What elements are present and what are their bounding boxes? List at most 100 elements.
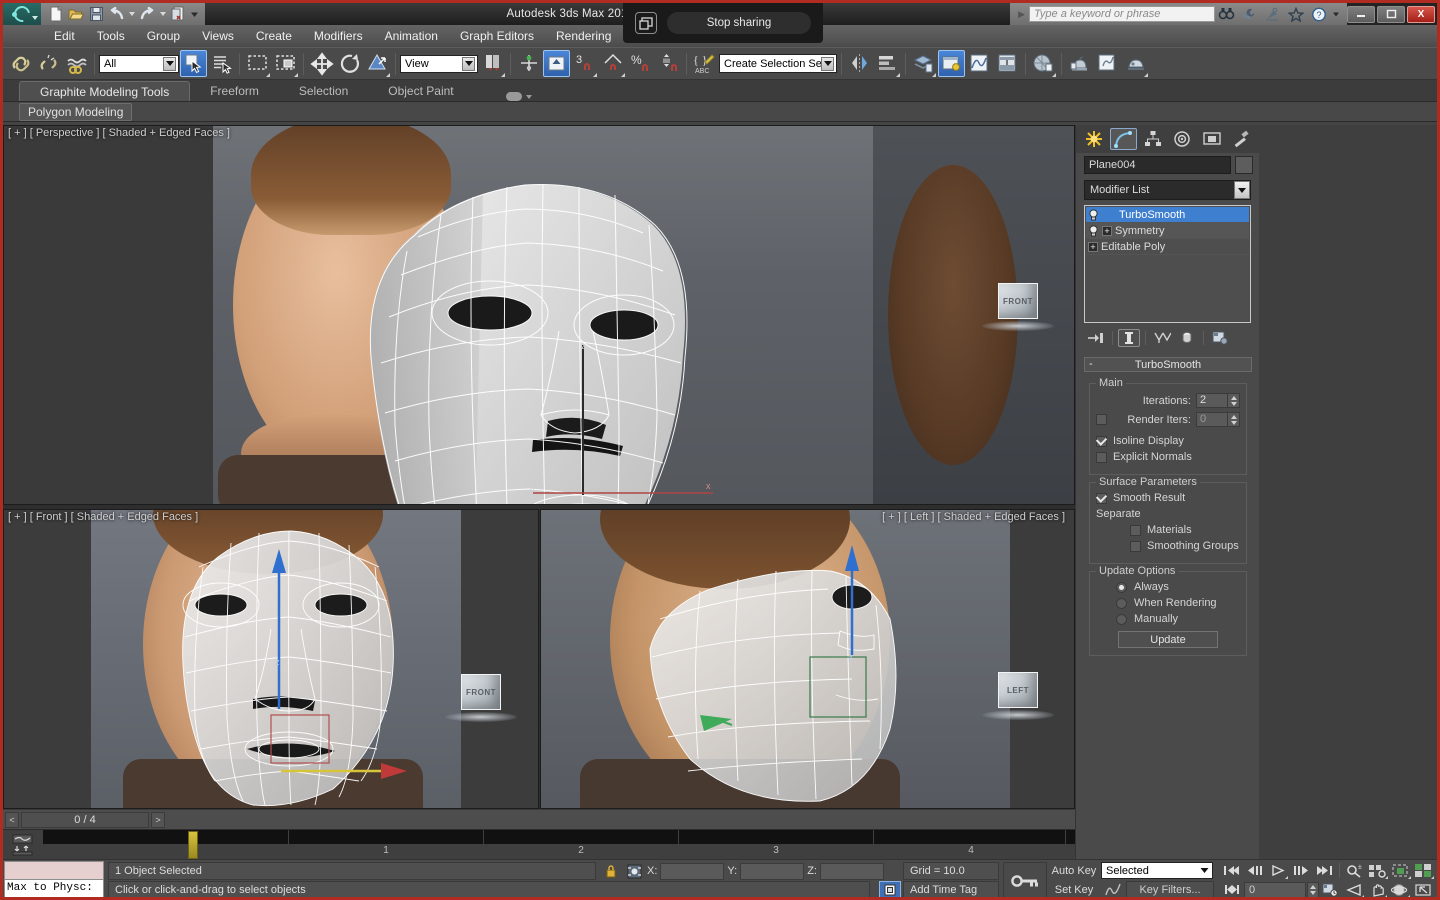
menu-modifiers[interactable]: Modifiers: [303, 27, 374, 45]
hierarchy-tab-icon[interactable]: [1139, 128, 1167, 150]
previous-frame-icon[interactable]: [1244, 862, 1266, 879]
zoom-extents-all-icon[interactable]: [1413, 862, 1435, 879]
material-editor-icon[interactable]: [1030, 50, 1057, 77]
menu-group[interactable]: Group: [136, 27, 191, 45]
undo-dropdown-icon[interactable]: [127, 5, 136, 23]
zoom-extents-icon[interactable]: [1390, 862, 1412, 879]
motion-tab-icon[interactable]: [1169, 128, 1197, 150]
redo-icon[interactable]: [138, 5, 156, 23]
select-and-manipulate-icon[interactable]: [515, 50, 542, 77]
help-dropdown-icon[interactable]: [1330, 4, 1341, 24]
rollout-header-turbosmooth[interactable]: - TurboSmooth: [1084, 357, 1252, 372]
time-tag-snapshot-icon[interactable]: [879, 881, 901, 897]
current-frame-field[interactable]: 0: [1244, 881, 1306, 897]
chevron-down-icon[interactable]: [821, 56, 834, 71]
percent-snap-toggle-icon[interactable]: %: [627, 50, 654, 77]
menu-animation[interactable]: Animation: [374, 27, 449, 45]
curve-editor-toggle-icon[interactable]: [1102, 881, 1124, 897]
snaps-toggle-icon[interactable]: [543, 50, 570, 77]
light-bulb-icon[interactable]: [1088, 224, 1099, 237]
x-coordinate-field[interactable]: [660, 862, 725, 880]
row-isoline-display[interactable]: Isoline Display: [1096, 435, 1240, 447]
curve-editor-icon[interactable]: [966, 50, 993, 77]
edit-named-selection-sets-icon[interactable]: { } ABC: [691, 50, 718, 77]
snap-3-toggle-icon[interactable]: 3: [571, 50, 598, 77]
modify-tab-icon[interactable]: [1109, 128, 1138, 150]
viewport-front[interactable]: z x z y FRONT [ + ] [ Front ] [ Shaded +…: [3, 509, 539, 809]
chevron-down-icon[interactable]: [1234, 181, 1250, 199]
infocenter-expand-icon[interactable]: ▶: [1014, 9, 1029, 20]
save-file-icon[interactable]: [87, 5, 105, 23]
select-by-name-icon[interactable]: [208, 50, 235, 77]
maximize-viewport-toggle-icon[interactable]: [1412, 881, 1434, 897]
rendered-frame-window-icon[interactable]: [1094, 50, 1121, 77]
row-materials[interactable]: Materials: [1096, 524, 1240, 536]
modifier-list-dropdown[interactable]: Modifier List: [1084, 180, 1251, 200]
maxscript-mini-listener[interactable]: Max to Physc:: [4, 861, 104, 897]
iterations-spinner[interactable]: 2: [1196, 393, 1240, 408]
maxscript-output-line[interactable]: Max to Physc:: [4, 880, 104, 897]
time-configuration-icon[interactable]: [1320, 881, 1342, 897]
row-smooth-result[interactable]: Smooth Result: [1096, 492, 1240, 504]
spinner-arrows-icon[interactable]: [1228, 412, 1240, 427]
tab-graphite-modeling-tools[interactable]: Graphite Modeling Tools: [19, 81, 191, 101]
bind-to-space-warp-icon[interactable]: [63, 50, 90, 77]
selection-lock-icon[interactable]: [601, 864, 621, 878]
undo-icon[interactable]: [107, 5, 125, 23]
menu-edit[interactable]: Edit: [43, 27, 86, 45]
menu-rendering[interactable]: Rendering: [545, 27, 622, 45]
wrench-icon[interactable]: [1238, 4, 1261, 24]
unlink-selection-icon[interactable]: [35, 50, 62, 77]
chevron-down-icon[interactable]: [462, 56, 475, 71]
tab-object-paint[interactable]: Object Paint: [368, 81, 473, 101]
minimize-button[interactable]: [1347, 5, 1375, 23]
update-when-rendering-radio[interactable]: [1116, 597, 1127, 609]
play-animation-icon[interactable]: [1267, 862, 1289, 879]
ribbon-panel-polygon-modeling[interactable]: Polygon Modeling: [19, 102, 133, 121]
materials-checkbox[interactable]: [1130, 524, 1141, 536]
window-crossing-toggle-icon[interactable]: [272, 50, 299, 77]
selection-filter-combo[interactable]: All: [99, 54, 179, 73]
configure-modifier-sets-icon[interactable]: [1209, 329, 1231, 347]
use-pivot-point-center-icon[interactable]: [479, 50, 506, 77]
set-key-button[interactable]: Set Key: [1049, 881, 1099, 897]
schematic-view-icon[interactable]: [994, 50, 1021, 77]
go-to-start-icon[interactable]: [1221, 862, 1243, 879]
modifier-stack-list[interactable]: TurboSmooth + Symmetry + Editable Poly: [1084, 205, 1251, 323]
set-key-toggle-icon[interactable]: [1003, 862, 1047, 897]
rectangular-selection-region-icon[interactable]: [244, 50, 271, 77]
modifier-stack-item-turbosmooth[interactable]: TurboSmooth: [1086, 207, 1249, 223]
select-and-rotate-icon[interactable]: [336, 50, 363, 77]
update-always-radio[interactable]: [1116, 581, 1127, 593]
reference-coordinate-system-combo[interactable]: View: [400, 54, 478, 73]
row-explicit-normals[interactable]: Explicit Normals: [1096, 451, 1240, 463]
pin-stack-icon[interactable]: [1085, 329, 1107, 347]
redo-dropdown-icon[interactable]: [158, 5, 167, 23]
chevron-down-icon[interactable]: [163, 56, 176, 71]
row-smoothing-groups[interactable]: Smoothing Groups: [1096, 540, 1240, 552]
object-name-input[interactable]: Plane004: [1084, 156, 1231, 174]
next-frame-button[interactable]: >: [151, 811, 165, 828]
isoline-display-checkbox[interactable]: [1096, 435, 1107, 447]
collapse-minus-icon[interactable]: -: [1089, 358, 1093, 370]
toggle-scene-explorer-icon[interactable]: [938, 50, 965, 77]
object-color-swatch[interactable]: [1235, 156, 1253, 174]
favorites-star-icon[interactable]: [1284, 4, 1307, 24]
remove-modifier-icon[interactable]: [1176, 329, 1198, 347]
time-slider-handle[interactable]: [188, 831, 198, 859]
z-coordinate-field[interactable]: [819, 862, 884, 880]
absolute-relative-transform-icon[interactable]: [624, 864, 644, 879]
smoothing-groups-checkbox[interactable]: [1130, 540, 1141, 552]
satellite-dish-icon[interactable]: [1261, 4, 1284, 24]
modifier-stack-item-symmetry[interactable]: + Symmetry: [1086, 223, 1249, 239]
spinner-arrows-icon[interactable]: [1228, 393, 1240, 408]
chevron-down-icon[interactable]: [1196, 863, 1212, 878]
mirror-icon[interactable]: [846, 50, 873, 77]
track-bar-ruler[interactable]: 1 2 3 4: [43, 830, 1075, 860]
render-iters-checkbox[interactable]: [1096, 414, 1107, 425]
y-coordinate-field[interactable]: [740, 862, 805, 880]
viewport-label-perspective[interactable]: [ + ] [ Perspective ] [ Shaded + Edged F…: [8, 127, 230, 139]
smooth-result-checkbox[interactable]: [1096, 492, 1107, 504]
open-mini-curve-editor-icon[interactable]: [3, 830, 43, 860]
select-and-move-icon[interactable]: [308, 50, 335, 77]
